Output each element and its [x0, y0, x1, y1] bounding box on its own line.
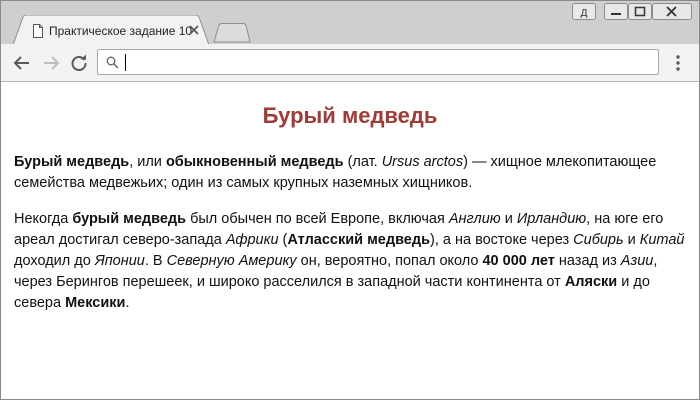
page-icon: [31, 24, 45, 38]
text-bold: Аляски: [564, 274, 618, 290]
new-tab-icon[interactable]: [213, 23, 251, 43]
text: ), а на востоке через: [429, 232, 574, 248]
text-italic: Англию: [448, 211, 501, 227]
tab-active[interactable]: Практическое задание 10: [13, 15, 209, 46]
tab-title: Практическое задание 10: [49, 24, 193, 38]
user-label: Д: [581, 8, 588, 19]
text: , или: [129, 154, 166, 170]
text-italic: Сибирь: [573, 232, 624, 248]
text-italic: Азии: [620, 253, 654, 269]
text-italic: Северную Америку: [166, 253, 297, 269]
window-close-icon[interactable]: [652, 3, 692, 20]
address-bar[interactable]: [97, 49, 659, 75]
toolbar: [1, 44, 699, 82]
maximize-icon[interactable]: [628, 3, 652, 20]
text-italic: Ирландию: [516, 211, 587, 227]
text: и: [623, 232, 640, 248]
menu-icon[interactable]: [671, 53, 685, 73]
text: был обычен по всей Европе, включая: [186, 211, 449, 227]
text: Некогда: [14, 211, 73, 227]
text: (лат.: [343, 154, 382, 170]
reload-icon[interactable]: [68, 52, 90, 74]
user-icon[interactable]: Д: [572, 3, 596, 20]
text-italic: Японии: [94, 253, 145, 269]
text: он, вероятно, попал около: [296, 253, 483, 269]
page-title: Бурый медведь: [262, 103, 438, 128]
page-content: Бурый медведь Бурый медведь, или обыкнов…: [1, 82, 699, 399]
text: . В: [144, 253, 167, 269]
text: доходил до: [14, 253, 95, 269]
back-icon[interactable]: [11, 52, 33, 74]
text: .: [125, 295, 130, 311]
minimize-icon[interactable]: [604, 3, 628, 20]
text: назад из: [554, 253, 621, 269]
title-bar: Практическое задание 10 Д: [1, 1, 699, 46]
forward-icon[interactable]: [40, 52, 62, 74]
text-bold: Бурый медведь: [14, 154, 130, 170]
paragraph-intro: Бурый медведь, или обыкновенный медведь …: [14, 152, 686, 194]
text: и: [500, 211, 517, 227]
text-bold: Мексики: [65, 295, 126, 311]
text-bold: 40 000 лет: [482, 253, 555, 269]
search-icon: [106, 56, 119, 74]
text-bold: обыкновенный медведь: [165, 154, 344, 170]
browser-window: Практическое задание 10 Д Бурый медведь …: [0, 0, 700, 400]
address-input[interactable]: [124, 53, 644, 71]
text-italic: Африки: [225, 232, 279, 248]
paragraph-range: Некогда бурый медведь был обычен по всей…: [14, 209, 686, 314]
text-bold: бурый медведь: [72, 211, 187, 227]
text-bold: Атласский медведь: [287, 232, 430, 248]
text-caret: [125, 54, 126, 71]
close-icon[interactable]: [187, 23, 201, 37]
text-italic: Китай: [639, 232, 685, 248]
text-italic: Ursus arctos: [381, 154, 464, 170]
